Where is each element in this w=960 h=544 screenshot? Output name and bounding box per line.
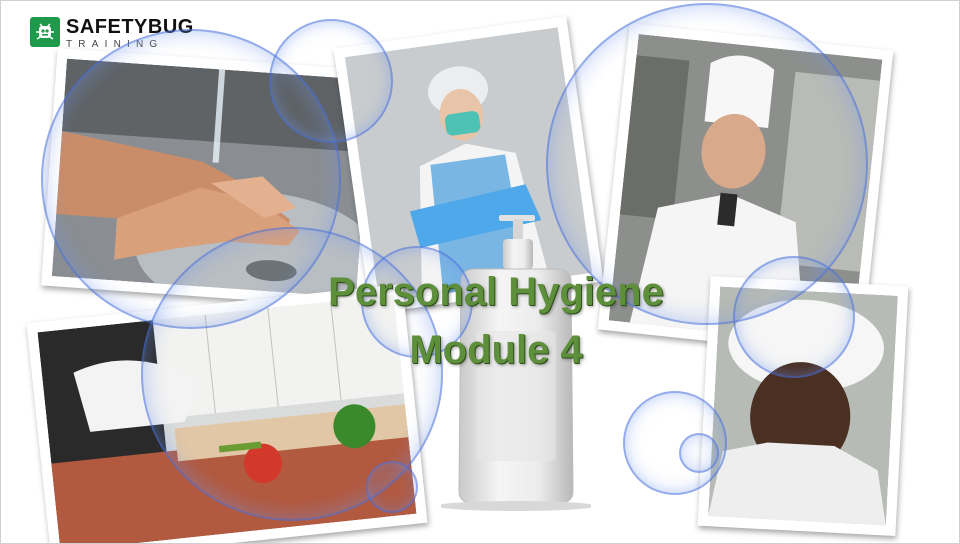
slide-title: Personal Hygiene Module 4	[1, 263, 959, 379]
title-line-2: Module 4	[409, 328, 583, 372]
bug-icon	[30, 17, 60, 47]
bubble	[269, 19, 393, 143]
bubble	[366, 461, 418, 513]
title-line-1: Personal Hygiene	[328, 270, 664, 314]
bubble	[679, 433, 719, 473]
slide: SAFETYBUG TRAINING Personal Hygiene Modu…	[0, 0, 960, 544]
